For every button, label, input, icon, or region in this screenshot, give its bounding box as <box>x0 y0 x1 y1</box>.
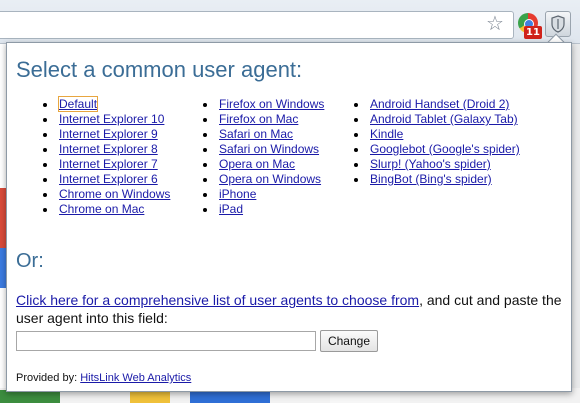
user-agent-link[interactable]: Safari on Windows <box>219 142 319 156</box>
user-agent-input[interactable] <box>16 331 316 351</box>
list-item: Chrome on Mac <box>42 202 170 217</box>
user-agent-list-2: Firefox on Windows Firefox on Mac Safari… <box>202 97 324 217</box>
address-bar[interactable] <box>0 11 514 39</box>
list-item: Kindle <box>353 127 520 142</box>
provided-by-label: Provided by: <box>16 372 78 384</box>
star-icon[interactable]: ☆ <box>484 13 506 35</box>
list-item: iPad <box>202 202 324 217</box>
or-label: Or: <box>16 250 44 272</box>
user-agent-link[interactable]: Internet Explorer 9 <box>59 127 158 141</box>
list-item: Firefox on Windows <box>202 97 324 112</box>
user-agent-link[interactable]: Firefox on Mac <box>219 112 298 126</box>
user-agent-link[interactable]: iPhone <box>219 187 256 201</box>
user-agent-link[interactable]: Slurp! (Yahoo's spider) <box>370 157 491 171</box>
background-scrollbar <box>572 44 580 403</box>
user-agent-list-3: Android Handset (Droid 2) Android Tablet… <box>353 97 520 187</box>
user-agent-popup: Select a common user agent: Default Inte… <box>6 42 572 392</box>
list-item: Slurp! (Yahoo's spider) <box>353 157 520 172</box>
user-agent-link[interactable]: Internet Explorer 6 <box>59 172 158 186</box>
list-item: Internet Explorer 10 <box>42 112 170 127</box>
list-item: Safari on Mac <box>202 127 324 142</box>
shield-icon[interactable] <box>545 11 571 37</box>
user-agent-link[interactable]: Internet Explorer 7 <box>59 157 158 171</box>
list-item: Internet Explorer 7 <box>42 157 170 172</box>
user-agent-link[interactable]: BingBot (Bing's spider) <box>370 172 492 186</box>
list-item: Internet Explorer 6 <box>42 172 170 187</box>
user-agent-link[interactable]: Internet Explorer 10 <box>59 112 164 126</box>
list-item: Android Tablet (Galaxy Tab) <box>353 112 520 127</box>
user-agent-link[interactable]: Firefox on Windows <box>219 97 324 111</box>
user-agent-link[interactable]: Android Tablet (Galaxy Tab) <box>370 112 518 126</box>
list-item: Opera on Windows <box>202 172 324 187</box>
provider-link[interactable]: HitsLink Web Analytics <box>80 372 191 384</box>
list-item: Internet Explorer 8 <box>42 142 170 157</box>
list-item: Default <box>42 96 170 112</box>
user-agent-link[interactable]: Kindle <box>370 127 403 141</box>
change-button[interactable]: Change <box>320 330 378 352</box>
user-agent-link[interactable]: Chrome on Windows <box>59 187 170 201</box>
user-agent-list-1: Default Internet Explorer 10 Internet Ex… <box>42 96 170 217</box>
user-agent-link[interactable]: Default <box>57 96 99 112</box>
user-agent-link[interactable]: Googlebot (Google's spider) <box>370 142 520 156</box>
instructions: Click here for a comprehensive list of u… <box>16 291 566 327</box>
user-agent-link[interactable]: Android Handset (Droid 2) <box>370 97 509 111</box>
list-item: Googlebot (Google's spider) <box>353 142 520 157</box>
user-agent-link[interactable]: Safari on Mac <box>219 127 293 141</box>
list-item: Safari on Windows <box>202 142 324 157</box>
user-agent-list-link[interactable]: Click here for a comprehensive list of u… <box>16 292 419 308</box>
list-item: Chrome on Windows <box>42 187 170 202</box>
user-agent-link[interactable]: Opera on Windows <box>219 172 321 186</box>
list-item: iPhone <box>202 187 324 202</box>
user-agent-link[interactable]: iPad <box>219 202 243 216</box>
list-item: Internet Explorer 9 <box>42 127 170 142</box>
list-item: Opera on Mac <box>202 157 324 172</box>
user-agent-link[interactable]: Chrome on Mac <box>59 202 144 216</box>
popup-title: Select a common user agent: <box>16 57 303 82</box>
provided-by: Provided by: HitsLink Web Analytics <box>16 372 191 384</box>
browser-toolbar: ☆ 11 <box>0 0 580 44</box>
list-item: BingBot (Bing's spider) <box>353 172 520 187</box>
list-item: Android Handset (Droid 2) <box>353 97 520 112</box>
user-agent-link[interactable]: Opera on Mac <box>219 157 295 171</box>
user-agent-link[interactable]: Internet Explorer 8 <box>59 142 158 156</box>
extension-badge: 11 <box>524 26 542 39</box>
list-item: Firefox on Mac <box>202 112 324 127</box>
